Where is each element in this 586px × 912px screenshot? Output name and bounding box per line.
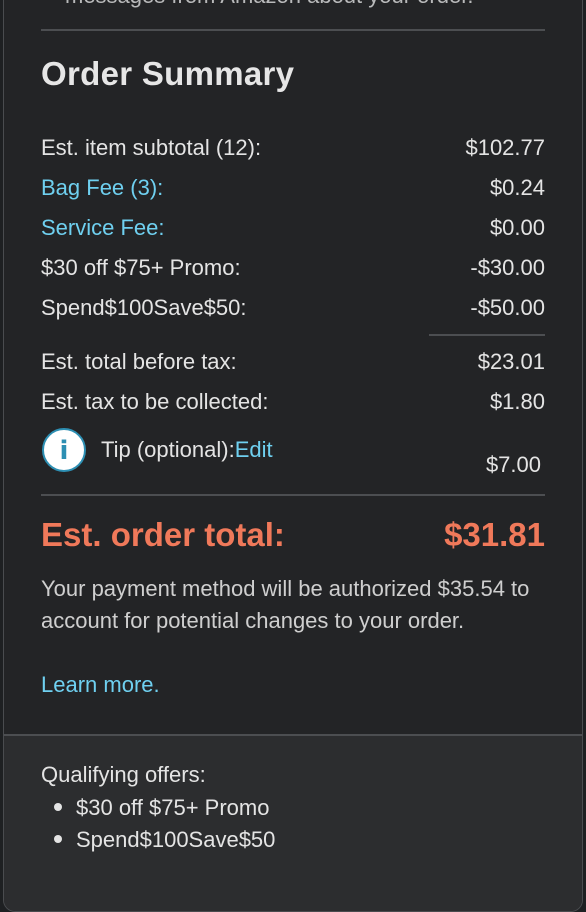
before-tax-row: Est. total before tax: $23.01 bbox=[41, 349, 545, 379]
subtotal-value: $102.77 bbox=[465, 135, 545, 160]
bag-fee-value: $0.24 bbox=[489, 175, 545, 200]
tip-row: Tip (optional):Edit bbox=[101, 437, 273, 463]
service-fee-row: Service Fee: $0.00 bbox=[41, 215, 545, 245]
qualifying-offers-title: Qualifying offers: bbox=[41, 762, 206, 787]
before-tax-value: $23.01 bbox=[477, 349, 545, 374]
promo-label: $30 off $75+ Promo: bbox=[41, 255, 241, 280]
before-tax-label: Est. total before tax: bbox=[41, 349, 237, 374]
service-fee-value: $0.00 bbox=[489, 215, 545, 240]
offer-label: Spend$100Save$50 bbox=[76, 827, 276, 852]
tax-row: Est. tax to be collected: $1.80 bbox=[41, 389, 545, 419]
tip-label: Tip (optional): bbox=[101, 437, 235, 462]
order-summary-title: Order Summary bbox=[41, 55, 295, 92]
promo-row: $30 off $75+ Promo: -$30.00 bbox=[41, 255, 545, 285]
bullet-icon bbox=[54, 835, 62, 844]
learn-more-link[interactable]: Learn more. bbox=[41, 669, 160, 701]
divider bbox=[41, 29, 545, 31]
order-total-value: $31.81 bbox=[444, 516, 545, 553]
spend-save-row: Spend$100Save$50: -$50.00 bbox=[41, 295, 545, 325]
offer-item: $30 off $75+ Promo bbox=[54, 795, 269, 821]
authorization-text: Your payment method will be authorized $… bbox=[41, 576, 530, 633]
bag-fee-row: Bag Fee (3): $0.24 bbox=[41, 175, 545, 205]
tax-label: Est. tax to be collected: bbox=[41, 389, 269, 414]
info-icon-glyph: i bbox=[59, 436, 69, 466]
top-note: messages from Amazon about your order. bbox=[65, 0, 473, 9]
bullet-icon bbox=[54, 803, 62, 812]
subtotal-row: Est. item subtotal (12): $102.77 bbox=[41, 135, 545, 165]
qualifying-offers-section bbox=[4, 734, 582, 911]
offer-item: Spend$100Save$50 bbox=[54, 827, 275, 853]
bag-fee-link[interactable]: Bag Fee (3): bbox=[41, 175, 163, 201]
offer-label: $30 off $75+ Promo bbox=[76, 795, 270, 820]
tip-edit-link[interactable]: Edit bbox=[235, 437, 273, 462]
subtotal-label: Est. item subtotal (12): bbox=[41, 135, 262, 160]
spend-save-value: -$50.00 bbox=[470, 295, 545, 320]
promo-value: -$30.00 bbox=[470, 255, 545, 280]
service-fee-link[interactable]: Service Fee: bbox=[41, 215, 165, 241]
tax-value: $1.80 bbox=[489, 389, 545, 414]
order-total-label: Est. order total: bbox=[41, 516, 285, 553]
total-divider bbox=[41, 494, 545, 496]
order-summary-panel: messages from Amazon about your order. O… bbox=[3, 0, 583, 912]
order-total-row: Est. order total: $31.81 bbox=[41, 516, 545, 560]
spend-save-label: Spend$100Save$50: bbox=[41, 295, 247, 320]
subtotal-divider bbox=[429, 334, 545, 336]
info-icon[interactable]: i bbox=[42, 428, 86, 472]
tip-value: $7.00 bbox=[485, 452, 541, 477]
